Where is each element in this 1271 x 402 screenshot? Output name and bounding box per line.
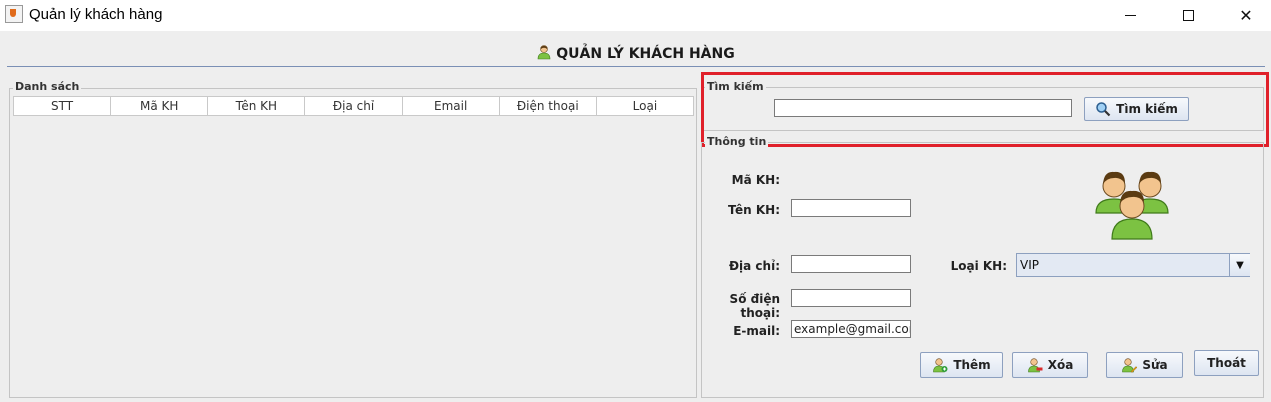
user-add-icon (933, 358, 948, 373)
user-edit-icon (1122, 358, 1138, 373)
close-button[interactable]: ✕ (1223, 0, 1269, 31)
dia-chi-field[interactable] (791, 255, 911, 273)
close-icon: ✕ (1239, 6, 1253, 25)
column-header-stt[interactable]: STT (13, 96, 112, 116)
list-panel (9, 88, 697, 398)
column-header-dia-chi[interactable]: Địa chỉ (305, 96, 403, 116)
maximize-button[interactable] (1165, 0, 1211, 31)
loai-kh-label: Loại KH: (950, 259, 1007, 273)
user-delete-icon (1027, 358, 1043, 373)
info-legend: Thông tin (705, 135, 769, 148)
java-cup-icon (5, 5, 23, 23)
email-label: E-mail: (733, 324, 780, 338)
so-dien-thoai-label: Số điện thoại: (729, 292, 780, 320)
xoa-button-label: Xóa (1047, 358, 1074, 372)
title-bar (0, 0, 1271, 31)
them-button[interactable]: Thêm (920, 352, 1003, 378)
customer-table-header: STT Mã KH Tên KH Địa chỉ Email Điện thoạ… (13, 96, 694, 116)
page-title-text: QUẢN LÝ KHÁCH HÀNG (556, 46, 735, 62)
thoat-button[interactable]: Thoát (1194, 350, 1259, 376)
chevron-down-icon[interactable]: ▼ (1229, 254, 1250, 276)
column-header-loai[interactable]: Loại (596, 96, 694, 116)
column-header-email[interactable]: Email (402, 96, 500, 116)
ten-kh-label: Tên KH: (728, 203, 780, 217)
minimize-button[interactable] (1107, 0, 1153, 31)
sua-button-label: Sửa (1142, 358, 1168, 372)
header-divider (7, 66, 1265, 67)
avatar-front (1111, 190, 1153, 240)
email-field[interactable]: example@gmail.com (791, 320, 911, 338)
ten-kh-field[interactable] (791, 199, 911, 217)
column-header-dien-thoai[interactable]: Điện thoại (499, 96, 597, 116)
minimize-icon (1124, 15, 1136, 16)
list-legend: Danh sách (13, 80, 82, 93)
window-title: Quản lý khách hàng (29, 6, 163, 23)
dia-chi-label: Địa chỉ: (728, 259, 780, 273)
page-title: QUẢN LÝ KHÁCH HÀNG (0, 44, 1271, 62)
loai-kh-select[interactable] (1016, 253, 1250, 277)
maximize-icon (1182, 10, 1194, 21)
search-highlight-box (701, 72, 1269, 147)
thoat-button-label: Thoát (1207, 356, 1246, 370)
xoa-button[interactable]: Xóa (1012, 352, 1088, 378)
ma-kh-label: Mã KH: (731, 173, 780, 187)
them-button-label: Thêm (953, 358, 991, 372)
user-group-icon (1095, 171, 1169, 240)
user-icon (537, 45, 551, 60)
sua-button[interactable]: Sửa (1106, 352, 1183, 378)
loai-kh-selected-value: VIP (1020, 258, 1039, 272)
column-header-ma-kh[interactable]: Mã KH (111, 96, 209, 116)
column-header-ten-kh[interactable]: Tên KH (208, 96, 306, 116)
so-dien-thoai-field[interactable] (791, 289, 911, 307)
